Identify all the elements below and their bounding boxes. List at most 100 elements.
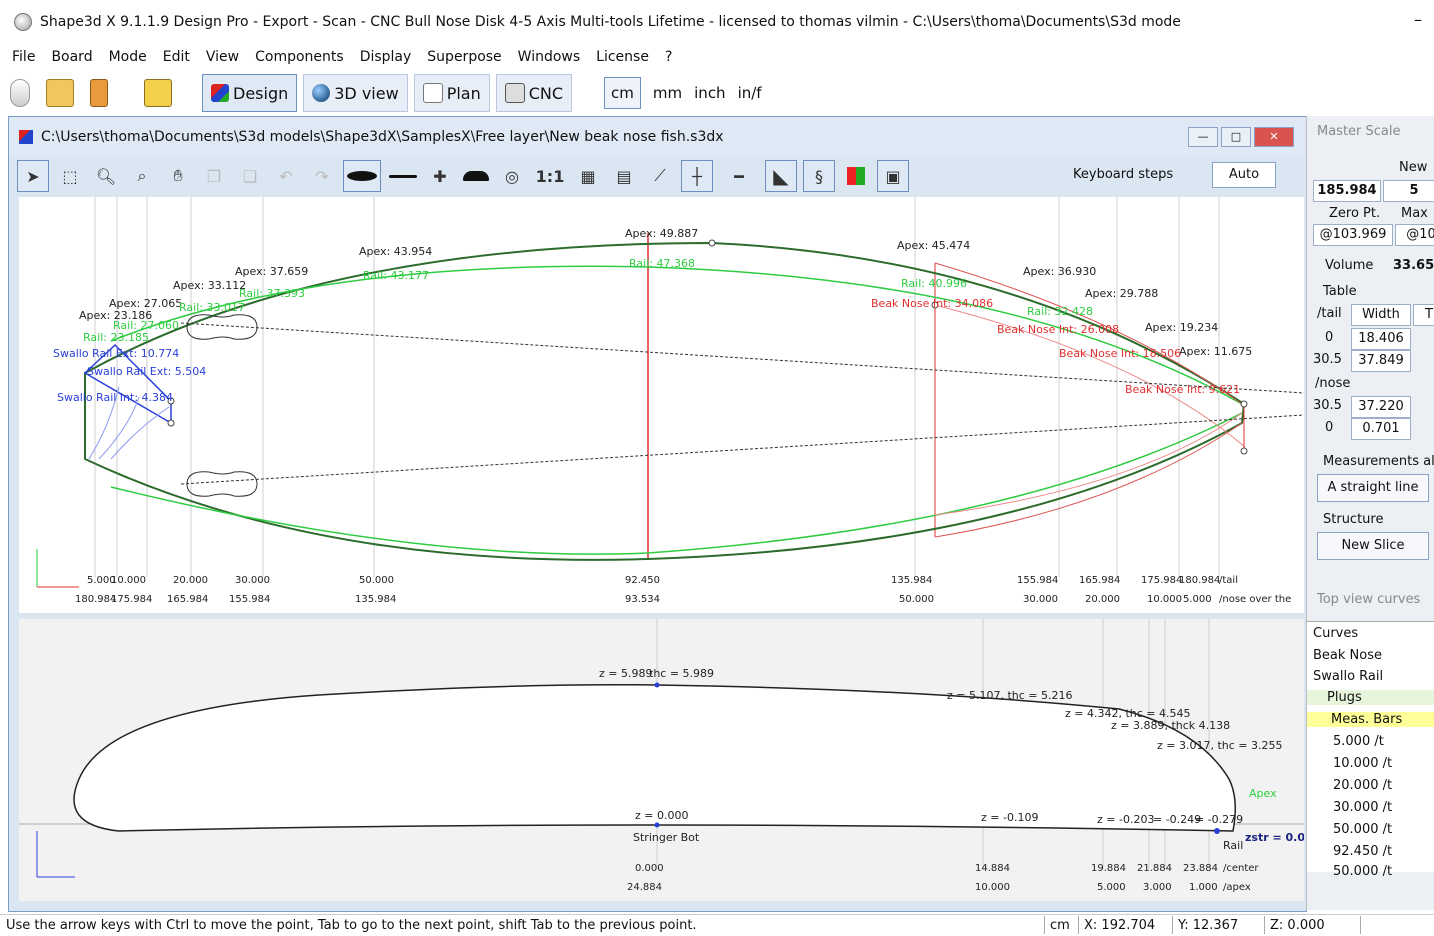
globe-icon <box>312 84 331 102</box>
deck-view-icon[interactable] <box>461 161 491 191</box>
unit-inf-button[interactable]: in/f <box>738 84 762 102</box>
properties-icon[interactable]: ▣ <box>877 160 909 192</box>
length-field[interactable]: 185.984 <box>1313 180 1381 202</box>
minimize-button[interactable]: – <box>1414 10 1422 29</box>
curves-list[interactable]: Curves Beak Nose Swallo Rail Plugs Meas.… <box>1307 621 1434 879</box>
list-item[interactable]: Beak Nose <box>1313 648 1382 663</box>
unit-inch-button[interactable]: inch <box>694 84 725 102</box>
ratio-button[interactable]: 1:1 <box>533 161 567 191</box>
paste-icon[interactable]: ❏ <box>235 161 265 191</box>
list-item[interactable]: Swallo Rail <box>1313 669 1383 684</box>
zero-pt-label: Zero Pt. <box>1329 206 1381 221</box>
symmetry-icon[interactable]: § <box>803 160 835 192</box>
doc-maximize-button[interactable]: □ <box>1221 127 1251 147</box>
list-item[interactable]: 30.000 /t <box>1333 800 1392 815</box>
z-label: z = 3.889, thck 4.138 <box>1111 719 1230 732</box>
design-mode-button[interactable]: Design <box>202 74 298 112</box>
tail-value: 165.984 <box>1079 575 1120 586</box>
menu-components[interactable]: Components <box>255 49 344 65</box>
top-view-drawing[interactable]: Apex: 49.887 Apex: 45.474 Apex: 43.954 A… <box>19 197 1304 613</box>
list-item[interactable]: Plugs <box>1307 690 1434 705</box>
table-row-width[interactable]: 37.220 <box>1351 396 1411 418</box>
menu-board[interactable]: Board <box>51 49 92 65</box>
rail-label: Rail: 23.185 <box>83 331 149 344</box>
table-row-width[interactable]: 0.701 <box>1351 418 1411 440</box>
colors-icon[interactable] <box>841 161 871 191</box>
save-board-icon[interactable] <box>90 79 108 107</box>
menu-help[interactable]: ? <box>665 49 672 65</box>
cnc-label: CNC <box>528 83 564 103</box>
straight-line-button[interactable]: A straight line <box>1317 474 1429 502</box>
auto-button[interactable]: Auto <box>1212 162 1276 188</box>
pan-hand-icon[interactable]: ✋︎ <box>163 161 193 191</box>
new-slice-button[interactable]: New Slice <box>1317 532 1429 560</box>
menu-file[interactable]: File <box>12 49 35 65</box>
doc-minimize-button[interactable]: — <box>1188 127 1218 147</box>
menu-mode[interactable]: Mode <box>109 49 147 65</box>
list-item[interactable]: 10.000 /t <box>1333 756 1392 771</box>
doc-close-button[interactable]: ✕ <box>1254 127 1294 147</box>
center-value: 23.884 <box>1183 863 1218 874</box>
max-field[interactable]: @10 <box>1395 224 1434 246</box>
rocker-view-icon[interactable] <box>387 161 419 191</box>
select-arrow-icon[interactable]: ➤ <box>17 160 49 192</box>
redo-icon[interactable]: ↷ <box>307 161 337 191</box>
list-item[interactable]: 92.450 /t <box>1333 844 1392 859</box>
3d-view-button[interactable]: 3D view <box>303 74 408 112</box>
master-scale-label: Master Scale <box>1317 124 1401 139</box>
top-view-canvas[interactable]: Apex: 49.887 Apex: 45.474 Apex: 43.954 A… <box>19 197 1304 613</box>
unit-cm-button[interactable]: cm <box>604 77 641 109</box>
cnc-button[interactable]: CNC <box>495 74 573 112</box>
zoom-icon[interactable]: 🔍︎ <box>91 161 121 191</box>
axis-icon[interactable]: ┼ <box>681 160 713 192</box>
plan-button[interactable]: Plan <box>413 74 490 112</box>
slice-view-canvas[interactable]: z = 5.989 thc = 5.989 z = 5.107, thc = 5… <box>19 619 1304 901</box>
list-item[interactable]: 50.000 /t <box>1333 864 1392 879</box>
select-box-icon[interactable]: ⬚ <box>55 161 85 191</box>
menu-superpose[interactable]: Superpose <box>427 49 501 65</box>
menu-display[interactable]: Display <box>360 49 412 65</box>
scale-icon[interactable] <box>144 79 172 107</box>
menu-windows[interactable]: Windows <box>518 49 581 65</box>
slice-view-drawing[interactable]: z = 5.989 thc = 5.989 z = 5.107, thc = 5… <box>19 619 1304 901</box>
zoom-window-icon[interactable]: ⌕ <box>127 161 157 191</box>
menu-license[interactable]: License <box>596 49 649 65</box>
z-label: z = 3.017, thc = 3.255 <box>1157 739 1283 752</box>
unit-mm-button[interactable]: mm <box>653 84 682 102</box>
open-board-icon[interactable] <box>46 79 74 107</box>
tail-value: 175.984 <box>1141 575 1182 586</box>
tail-suffix: /tail <box>1219 575 1238 586</box>
grid-icon[interactable]: ▦ <box>573 161 603 191</box>
stringer-icon[interactable]: ━ <box>719 161 759 191</box>
list-item[interactable]: 20.000 /t <box>1333 778 1392 793</box>
apex-value: 24.884 <box>627 882 662 893</box>
measure-icon[interactable]: ⟋ <box>645 161 675 191</box>
fin-icon[interactable]: ◣ <box>765 160 797 192</box>
slice-view-icon[interactable]: ✚ <box>425 161 455 191</box>
outline-view-icon[interactable] <box>343 160 381 192</box>
length-field-2[interactable]: 5 <box>1383 180 1434 202</box>
zero-point-field[interactable]: @103.969 <box>1313 224 1393 246</box>
document-icon <box>19 130 33 144</box>
tail-value: 180.984 <box>1179 575 1220 586</box>
menu-view[interactable]: View <box>206 49 239 65</box>
document-title: C:\Users\thoma\Documents\S3d models\Shap… <box>41 129 724 145</box>
list-item[interactable]: 50.000 /t <box>1333 822 1392 837</box>
width-col-header: Width <box>1351 304 1411 326</box>
hand-icon[interactable] <box>10 79 30 107</box>
list-item[interactable]: Meas. Bars <box>1307 712 1434 727</box>
apex-label: Apex: 36.930 <box>1023 265 1096 278</box>
rail-marker-label: Rail <box>1223 839 1243 852</box>
tail-value: 50.000 <box>359 575 394 586</box>
table-row-width[interactable]: 18.406 <box>1351 328 1411 350</box>
undo-icon[interactable]: ↶ <box>271 161 301 191</box>
list-item[interactable]: 5.000 /t <box>1333 734 1384 749</box>
plan-label: Plan <box>446 83 481 103</box>
table-label: Table <box>1323 284 1357 299</box>
3d-mesh-icon[interactable]: ◎ <box>497 161 527 191</box>
table-row-width[interactable]: 37.849 <box>1351 350 1411 372</box>
menu-edit[interactable]: Edit <box>163 49 190 65</box>
copy-icon[interactable]: ❐ <box>199 161 229 191</box>
apex-label: Apex: 43.954 <box>359 245 432 258</box>
layers-icon[interactable]: ▤ <box>609 161 639 191</box>
